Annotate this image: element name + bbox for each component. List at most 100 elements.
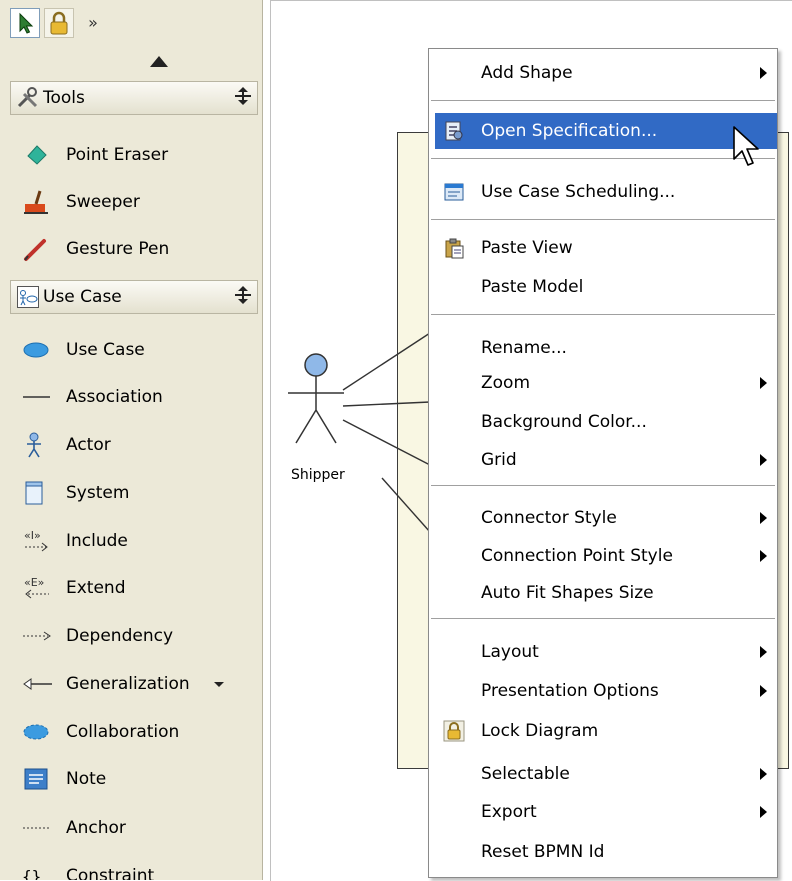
association-tool[interactable]: Association <box>22 377 163 417</box>
tools-group-label: Tools <box>43 88 85 108</box>
diagram-toolbar-palette: » Tools Point Eraser Sweeper Gesture Pen… <box>0 0 263 880</box>
menu-label: Use Case Scheduling... <box>481 182 676 202</box>
menu-item-lock-diagram[interactable]: Lock Diagram <box>435 713 777 749</box>
gesture-pen-tool[interactable]: Gesture Pen <box>22 229 169 269</box>
include-label: Include <box>66 531 128 551</box>
use-case-group-header[interactable]: Use Case <box>10 280 258 314</box>
padlock-icon <box>441 718 467 744</box>
tools-group-header[interactable]: Tools <box>10 81 258 115</box>
submenu-arrow-icon <box>760 768 767 780</box>
menu-label: Auto Fit Shapes Size <box>481 583 654 603</box>
tools-wrench-icon <box>15 85 41 111</box>
diagram-context-menu: Add Shape Open Specification... Use Case… <box>428 48 778 878</box>
association-label: Association <box>66 387 163 407</box>
menu-item-auto-fit-shapes-size[interactable]: Auto Fit Shapes Size <box>435 575 777 611</box>
menu-label: Add Shape <box>481 63 573 83</box>
menu-item-reset-bpmn-id[interactable]: Reset BPMN Id <box>435 834 777 870</box>
system-tool[interactable]: System <box>22 473 129 513</box>
menu-separator <box>431 485 775 487</box>
note-icon <box>22 764 58 794</box>
selector-tool-button[interactable] <box>10 8 40 38</box>
include-icon: «I» <box>22 526 58 556</box>
collapse-palette-arrow[interactable] <box>150 56 168 67</box>
menu-item-connector-style[interactable]: Connector Style <box>435 500 777 536</box>
extend-icon: «E» <box>22 573 58 603</box>
menu-separator <box>431 314 775 316</box>
pointer-arrow-icon <box>19 12 34 34</box>
menu-item-export[interactable]: Export <box>435 794 777 830</box>
menu-label: Background Color... <box>481 412 647 432</box>
submenu-arrow-icon <box>760 550 767 562</box>
actor-label: Actor <box>66 435 111 455</box>
menu-label: Zoom <box>481 373 531 393</box>
actor-tool[interactable]: Actor <box>22 425 111 465</box>
menu-item-add-shape[interactable]: Add Shape <box>435 55 777 91</box>
submenu-arrow-icon <box>760 512 767 524</box>
use-case-group-label: Use Case <box>43 287 122 307</box>
dependency-tool[interactable]: Dependency <box>22 616 173 656</box>
menu-item-use-case-scheduling[interactable]: Use Case Scheduling... <box>435 174 777 210</box>
generalization-label: Generalization <box>66 674 190 694</box>
padlock-icon <box>50 11 68 35</box>
submenu-arrow-icon <box>760 806 767 818</box>
association-line-icon <box>22 382 58 412</box>
dropdown-arrow-icon[interactable] <box>213 681 224 687</box>
menu-separator <box>431 219 775 221</box>
menu-item-paste-view[interactable]: Paste View <box>435 230 777 266</box>
system-label: System <box>66 483 130 503</box>
include-tool[interactable]: «I» Include <box>22 521 128 561</box>
anchor-label: Anchor <box>66 818 126 838</box>
menu-item-grid[interactable]: Grid <box>435 442 777 478</box>
menu-item-open-specification[interactable]: Open Specification... <box>435 113 777 149</box>
menu-label: Connector Style <box>481 508 617 528</box>
menu-label: Layout <box>481 642 539 662</box>
submenu-arrow-icon <box>760 646 767 658</box>
anchor-line-icon <box>22 813 58 843</box>
extend-tool[interactable]: «E» Extend <box>22 568 126 608</box>
menu-label: Paste View <box>481 238 573 258</box>
menu-item-background-color[interactable]: Background Color... <box>435 404 777 440</box>
eraser-icon <box>22 140 58 170</box>
move-handle-icon[interactable] <box>229 285 257 310</box>
menu-item-rename[interactable]: Rename... <box>435 330 777 366</box>
paste-clipboard-icon <box>441 235 467 261</box>
submenu-arrow-icon <box>760 454 767 466</box>
menu-item-paste-model[interactable]: Paste Model <box>435 269 777 305</box>
anchor-tool[interactable]: Anchor <box>22 808 126 848</box>
lock-tool-button[interactable] <box>44 8 74 38</box>
note-tool[interactable]: Note <box>22 759 106 799</box>
menu-label: Export <box>481 802 537 822</box>
menu-label: Grid <box>481 450 517 470</box>
menu-item-zoom[interactable]: Zoom <box>435 365 777 401</box>
generalization-arrow-icon <box>22 669 58 699</box>
scheduling-window-icon <box>441 179 467 205</box>
sweeper-tool[interactable]: Sweeper <box>22 182 140 222</box>
generalization-tool[interactable]: Generalization <box>22 664 224 704</box>
use-case-tool[interactable]: Use Case <box>22 330 145 370</box>
constraint-braces-icon: {} <box>22 866 42 881</box>
menu-label: Open Specification... <box>481 121 658 141</box>
use-case-ellipse-icon <box>22 335 58 365</box>
menu-item-layout[interactable]: Layout <box>435 634 777 670</box>
point-eraser-label: Point Eraser <box>66 145 169 165</box>
menu-item-selectable[interactable]: Selectable <box>435 756 777 792</box>
constraint-tool[interactable]: {} Constraint <box>22 856 154 880</box>
dependency-label: Dependency <box>66 626 174 646</box>
menu-label: Reset BPMN Id <box>481 842 605 862</box>
use-case-label: Use Case <box>66 340 145 360</box>
menu-label: Rename... <box>481 338 567 358</box>
menu-item-presentation-options[interactable]: Presentation Options <box>435 673 777 709</box>
specification-icon <box>441 118 467 144</box>
pen-icon <box>22 234 58 264</box>
menu-item-connection-point-style[interactable]: Connection Point Style <box>435 538 777 574</box>
more-tools-chevron[interactable]: » <box>82 8 104 38</box>
collaboration-icon <box>22 717 58 747</box>
submenu-arrow-icon <box>760 377 767 389</box>
move-handle-icon[interactable] <box>229 86 257 111</box>
point-eraser-tool[interactable]: Point Eraser <box>22 135 168 175</box>
dependency-arrow-icon <box>22 621 58 651</box>
collaboration-tool[interactable]: Collaboration <box>22 712 179 752</box>
sweeper-label: Sweeper <box>66 192 140 212</box>
association-lines <box>342 332 431 533</box>
menu-label: Lock Diagram <box>481 721 599 741</box>
